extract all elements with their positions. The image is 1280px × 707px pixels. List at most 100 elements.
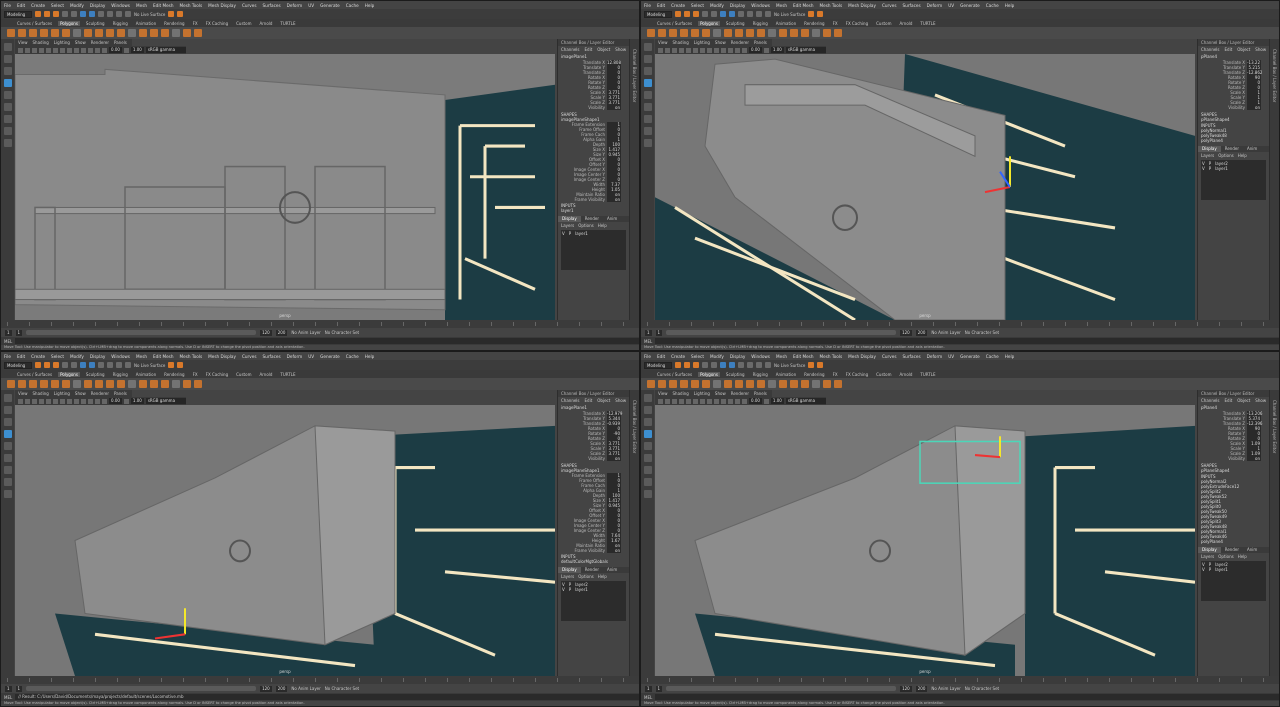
select-object-icon[interactable] bbox=[729, 11, 735, 17]
menu-generate[interactable]: Generate bbox=[960, 3, 980, 8]
wireframe-icon[interactable] bbox=[700, 398, 705, 404]
menu-generate[interactable]: Generate bbox=[960, 354, 980, 359]
isolate-icon[interactable] bbox=[102, 47, 107, 53]
extrude-icon[interactable] bbox=[779, 29, 787, 37]
viewport-menu-panels[interactable]: Panels bbox=[114, 40, 127, 45]
outliner-layout-icon[interactable] bbox=[643, 139, 652, 147]
mirror-icon[interactable] bbox=[768, 29, 776, 37]
time-slider[interactable] bbox=[1, 320, 639, 328]
render-icon[interactable] bbox=[168, 11, 175, 17]
snap-point-icon[interactable] bbox=[765, 362, 771, 368]
gamma-icon[interactable] bbox=[763, 47, 769, 53]
time-slider[interactable] bbox=[641, 320, 1279, 328]
viewport-menu-shading[interactable]: Shading bbox=[33, 391, 49, 396]
image-plane-icon[interactable] bbox=[672, 398, 677, 404]
bridge-icon[interactable] bbox=[150, 380, 158, 388]
anim-end-field[interactable]: 200 bbox=[275, 329, 288, 336]
render-icon[interactable] bbox=[168, 362, 175, 368]
channel-menu-channels[interactable]: Channels bbox=[1201, 398, 1220, 403]
ipr-render-icon[interactable] bbox=[177, 11, 184, 17]
menu-mesh[interactable]: Mesh bbox=[136, 3, 147, 8]
shape-attr-value[interactable]: on bbox=[607, 548, 621, 553]
time-slider[interactable] bbox=[641, 676, 1279, 684]
layer-menu-layers[interactable]: Layers bbox=[561, 574, 574, 579]
lights-icon[interactable] bbox=[721, 47, 726, 53]
shelf-tab-custom[interactable]: Custom bbox=[234, 21, 253, 26]
smooth-shade-icon[interactable] bbox=[67, 47, 72, 53]
perspective-viewport[interactable]: persp bbox=[655, 405, 1195, 676]
boolean-icon[interactable] bbox=[757, 29, 765, 37]
range-start-field[interactable]: 1 bbox=[645, 685, 652, 692]
mode-selector[interactable]: Modeling bbox=[4, 361, 32, 369]
menu-create[interactable]: Create bbox=[31, 3, 45, 8]
resolution-gate-icon[interactable] bbox=[693, 398, 698, 404]
snap-curve-icon[interactable] bbox=[116, 11, 122, 17]
character-set-selector[interactable]: No Character Set bbox=[325, 330, 359, 335]
menu-mesh-tools[interactable]: Mesh Tools bbox=[820, 354, 843, 359]
shelf-tab-turtle[interactable]: TURTLE bbox=[278, 372, 297, 377]
menu-help[interactable]: Help bbox=[1005, 3, 1015, 8]
xray-icon[interactable] bbox=[95, 47, 100, 53]
snap-point-icon[interactable] bbox=[765, 11, 771, 17]
poly-sphere-icon[interactable] bbox=[7, 380, 15, 388]
viewport-menu-show[interactable]: Show bbox=[75, 40, 86, 45]
layer-tab-anim[interactable]: Anim bbox=[603, 216, 621, 222]
new-scene-icon[interactable] bbox=[675, 11, 681, 17]
character-set-selector[interactable]: No Character Set bbox=[965, 330, 999, 335]
playback-start-field[interactable]: 1 bbox=[655, 685, 663, 692]
layer-tab-display[interactable]: Display bbox=[1198, 547, 1221, 553]
menu-modify[interactable]: Modify bbox=[70, 354, 84, 359]
extrude-icon[interactable] bbox=[139, 29, 147, 37]
menu-edit-mesh[interactable]: Edit Mesh bbox=[793, 3, 813, 8]
layer-menu-options[interactable]: Options bbox=[1218, 554, 1233, 559]
menu-display[interactable]: Display bbox=[730, 3, 745, 8]
menu-modify[interactable]: Modify bbox=[710, 354, 724, 359]
menu-file[interactable]: File bbox=[4, 3, 11, 8]
viewport-menu-panels[interactable]: Panels bbox=[754, 391, 767, 396]
perspective-viewport[interactable]: persp bbox=[15, 54, 555, 320]
layer-tab-anim[interactable]: Anim bbox=[1243, 547, 1261, 553]
undo-icon[interactable] bbox=[62, 362, 68, 368]
viewport-menu-lighting[interactable]: Lighting bbox=[54, 40, 70, 45]
menu-deform[interactable]: Deform bbox=[287, 354, 303, 359]
lasso-tool-icon[interactable] bbox=[643, 55, 652, 63]
menu-select[interactable]: Select bbox=[691, 354, 704, 359]
textured-icon[interactable] bbox=[74, 398, 79, 404]
poly-cube-icon[interactable] bbox=[18, 29, 26, 37]
menu-deform[interactable]: Deform bbox=[927, 354, 943, 359]
range-slider-bar[interactable] bbox=[26, 330, 257, 335]
viewport-menu-shading[interactable]: Shading bbox=[33, 40, 49, 45]
menu-windows[interactable]: Windows bbox=[111, 354, 130, 359]
move-tool-icon[interactable] bbox=[3, 79, 12, 87]
separate-icon[interactable] bbox=[735, 380, 743, 388]
menu-help[interactable]: Help bbox=[365, 354, 375, 359]
layer-menu-layers[interactable]: Layers bbox=[561, 223, 574, 228]
layer-tab-render[interactable]: Render bbox=[1221, 547, 1243, 553]
shadows-icon[interactable] bbox=[728, 398, 733, 404]
layer-menu-layers[interactable]: Layers bbox=[1201, 554, 1214, 559]
channel-value[interactable]: on bbox=[607, 456, 621, 461]
shadows-icon[interactable] bbox=[88, 398, 93, 404]
select-hierarchy-icon[interactable] bbox=[80, 362, 86, 368]
shelf-tab-animation[interactable]: Animation bbox=[774, 372, 798, 377]
shelf-tab-rendering[interactable]: Rendering bbox=[802, 372, 826, 377]
mirror-icon[interactable] bbox=[128, 380, 136, 388]
scale-tool-icon[interactable] bbox=[3, 454, 12, 462]
save-scene-icon[interactable] bbox=[693, 11, 699, 17]
selected-object-name[interactable]: pPlane4 bbox=[1198, 53, 1269, 60]
shelf-tab-arnold[interactable]: Arnold bbox=[897, 21, 914, 26]
camera-attributes-icon[interactable] bbox=[658, 398, 663, 404]
layer-tab-render[interactable]: Render bbox=[581, 216, 603, 222]
smooth-shade-icon[interactable] bbox=[707, 47, 712, 53]
layer-row[interactable]: V Player1 bbox=[562, 587, 625, 592]
image-plane-icon[interactable] bbox=[32, 47, 37, 53]
menu-help[interactable]: Help bbox=[1005, 354, 1015, 359]
xray-icon[interactable] bbox=[735, 398, 740, 404]
menu-curves[interactable]: Curves bbox=[882, 3, 897, 8]
menu-generate[interactable]: Generate bbox=[320, 3, 340, 8]
combine-icon[interactable] bbox=[84, 380, 92, 388]
layer-menu-help[interactable]: Help bbox=[1238, 153, 1247, 158]
select-object-icon[interactable] bbox=[729, 362, 735, 368]
channel-value[interactable]: on bbox=[1247, 456, 1261, 461]
shelf-tab-rendering[interactable]: Rendering bbox=[162, 372, 186, 377]
